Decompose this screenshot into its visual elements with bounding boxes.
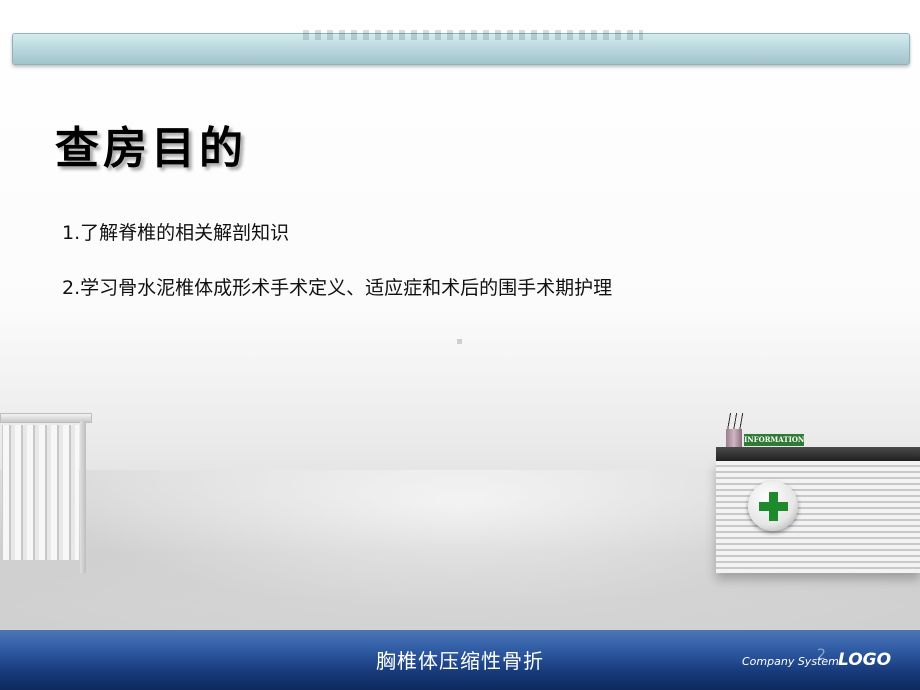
pen-cup-icon (726, 429, 742, 448)
slide: 查房目的 1.了解脊椎的相关解剖知识 2.学习骨水泥椎体成形术手术定义、适应症和… (0, 0, 920, 690)
radiator-leg (80, 421, 86, 573)
radiator-fins (2, 425, 79, 560)
placeholder-dot (457, 339, 462, 344)
desk-body (716, 461, 920, 573)
medical-cross-icon-horizontal (759, 502, 788, 511)
header-bar (12, 30, 910, 65)
desk-counter-top (716, 447, 920, 461)
objective-item-2: 2.学习骨水泥椎体成形术手术定义、适应症和术后的围手术期护理 (62, 277, 613, 299)
radiator-illustration (0, 413, 92, 573)
radiator-top (0, 413, 92, 423)
objective-item-1: 1.了解脊椎的相关解剖知识 (62, 222, 290, 244)
information-desk-illustration: INFORMATION (706, 413, 920, 573)
company-name: Company System (742, 655, 839, 668)
header-bar-faded-text (303, 30, 643, 40)
logo-text: LOGO (838, 650, 892, 670)
slide-title: 查房目的 (55, 123, 247, 174)
footer-bar: 胸椎体压缩性骨折 2 Company System LOGO (0, 630, 920, 690)
information-sign: INFORMATION (744, 434, 805, 446)
